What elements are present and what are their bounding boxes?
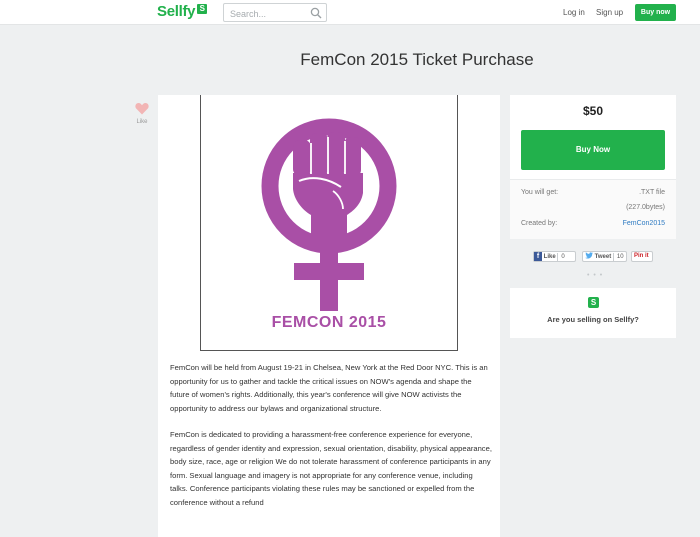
product-description: FemCon will be held from August 19-21 in… (170, 361, 492, 522)
tweet-button[interactable]: Tweet 10 (582, 251, 627, 262)
facebook-icon: f (534, 252, 542, 261)
like-widget[interactable]: Like (132, 102, 152, 125)
created-by-label: Created by: (521, 220, 558, 227)
buy-now-button[interactable]: Buy Now (521, 130, 665, 170)
creator-link[interactable]: FemCon2015 (623, 220, 665, 227)
file-size: (227.0bytes) (626, 204, 665, 211)
logo-text: Sellfy (157, 3, 196, 20)
product-card: FEMCON 2015 FemCon will be held from Aug… (158, 95, 500, 537)
purchase-panel: $50 Buy Now You will get: .TXT file (227… (510, 95, 676, 239)
sellfy-logo[interactable]: Sellfy S (157, 3, 208, 20)
description-paragraph: FemCon is dedicated to providing a haras… (170, 430, 492, 507)
search-icon[interactable] (310, 7, 322, 19)
search-input[interactable] (224, 5, 304, 23)
search-box (223, 3, 327, 23)
heart-icon[interactable] (135, 102, 149, 115)
signup-link[interactable]: Sign up (596, 8, 623, 17)
twitter-icon (585, 252, 593, 259)
price: $50 (582, 104, 604, 118)
sell-prompt-text[interactable]: Are you selling on Sellfy? (510, 315, 676, 324)
facebook-like-count: 0 (557, 253, 567, 262)
logo-badge: S (197, 3, 208, 14)
pin-it-label: Pin it (634, 253, 649, 259)
venus-fist-symbol-icon (261, 118, 397, 311)
file-type: .TXT file (639, 189, 665, 196)
poster-title: FEMCON 2015 (271, 314, 387, 331)
tweet-label: Tweet (594, 254, 612, 260)
you-will-get-label: You will get: (521, 189, 559, 196)
product-details: You will get: .TXT file (227.0bytes) Cre… (510, 179, 676, 239)
top-navbar: Sellfy S Log in Sign up Buy now (0, 0, 700, 25)
header-buy-now-button[interactable]: Buy now (635, 4, 676, 21)
facebook-like-label: Like (543, 254, 556, 260)
pinterest-button[interactable]: Pin it (631, 251, 653, 262)
facebook-like-button[interactable]: f Like 0 (533, 251, 576, 262)
like-label: Like (136, 119, 148, 125)
description-paragraph: FemCon will be held from August 19-21 in… (170, 363, 488, 413)
tweet-count: 10 (612, 253, 627, 262)
more-dots-icon: • • • (587, 272, 604, 279)
product-image: FEMCON 2015 (200, 95, 458, 351)
page-title: FemCon 2015 Ticket Purchase (300, 50, 534, 69)
sellfy-badge-icon: S (588, 297, 599, 308)
login-link[interactable]: Log in (563, 8, 585, 17)
sell-on-sellfy-card[interactable]: S Are you selling on Sellfy? (510, 288, 676, 338)
